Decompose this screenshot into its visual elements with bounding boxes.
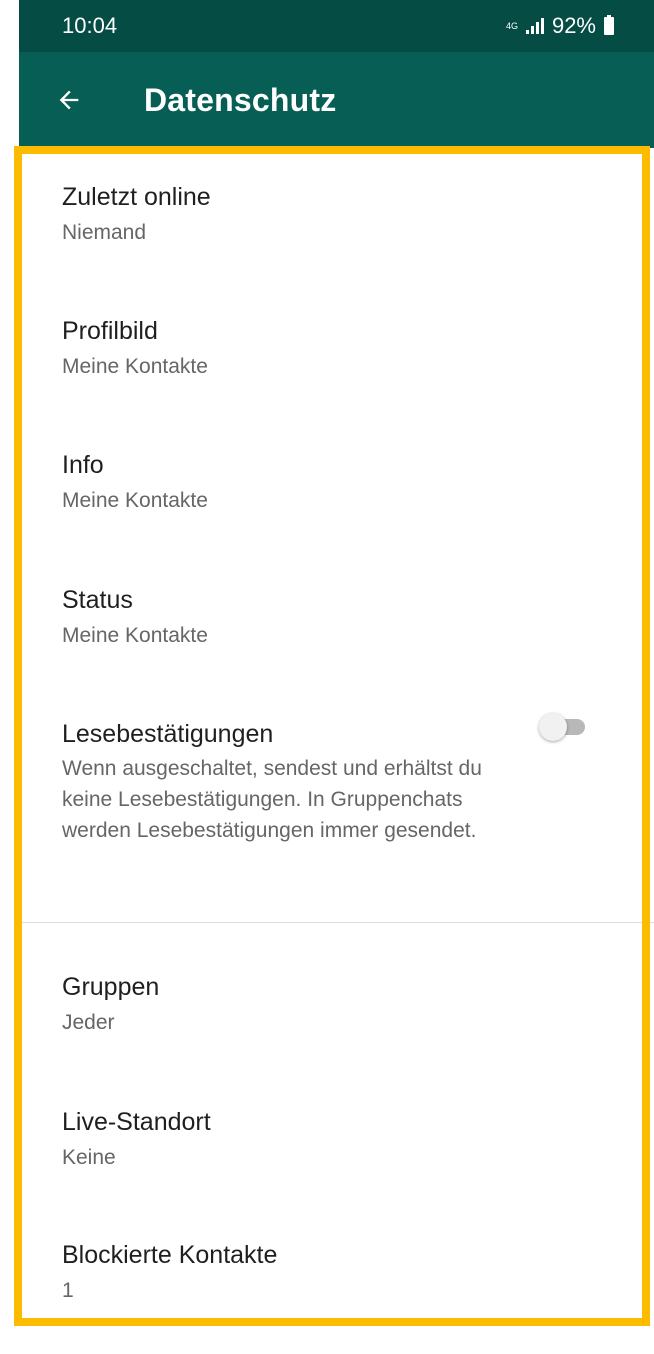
toggle-thumb [539, 713, 567, 741]
setting-profile-photo[interactable]: Profilbild Meine Kontakte [19, 282, 654, 416]
setting-value: Meine Kontakte [62, 624, 208, 647]
setting-groups[interactable]: Gruppen Jeder [19, 923, 654, 1056]
setting-value: Keine [62, 1146, 116, 1169]
setting-title: Profilbild [62, 317, 158, 345]
setting-value: Meine Kontakte [62, 355, 208, 378]
setting-last-seen[interactable]: Zuletzt online Niemand [19, 148, 654, 282]
setting-read-receipts[interactable]: Lesebestätigungen Wenn ausgeschaltet, se… [19, 685, 654, 922]
privacy-settings-list: Zuletzt online Niemand Profilbild Meine … [19, 148, 654, 1324]
setting-live-location[interactable]: Live-Standort Keine [19, 1056, 654, 1189]
phone-screen: 10:04 4G 92% Datenschutz Zuletzt online … [19, 0, 654, 1354]
back-button[interactable] [53, 84, 85, 116]
setting-title: Zuletzt online [62, 183, 211, 211]
setting-status[interactable]: Status Meine Kontakte [19, 551, 654, 685]
status-time: 10:04 [62, 13, 118, 38]
setting-title: Gruppen [62, 973, 160, 1001]
setting-value: Jeder [62, 1011, 115, 1034]
battery-percentage: 92% [551, 13, 596, 38]
setting-value: Niemand [62, 221, 147, 244]
setting-about[interactable]: Info Meine Kontakte [19, 416, 654, 551]
battery-icon [604, 15, 614, 35]
setting-value: Meine Kontakte [62, 489, 208, 512]
arrow-left-icon [59, 90, 79, 110]
setting-value: 1 [62, 1279, 74, 1302]
read-receipts-toggle[interactable] [539, 713, 591, 741]
network-type-icon: 4G [505, 20, 518, 31]
setting-title: Info [62, 451, 104, 479]
status-bar: 10:04 4G 92% [19, 0, 654, 52]
app-bar: Datenschutz [19, 52, 654, 148]
setting-title: Live-Standort [62, 1108, 211, 1136]
setting-description: Wenn ausgeschaltet, sendest und erhältst… [62, 757, 482, 842]
signal-strength-icon [525, 18, 544, 34]
page-title: Datenschutz [144, 81, 337, 118]
setting-title: Blockierte Kontakte [62, 1241, 278, 1269]
network-type-label: 4G [505, 20, 518, 31]
setting-blocked-contacts[interactable]: Blockierte Kontakte 1 [19, 1189, 654, 1324]
status-indicators: 4G 92% [506, 13, 614, 39]
setting-title: Status [62, 586, 133, 614]
screen: 10:04 4G 92% Datenschutz Zuletzt online … [0, 0, 654, 1354]
